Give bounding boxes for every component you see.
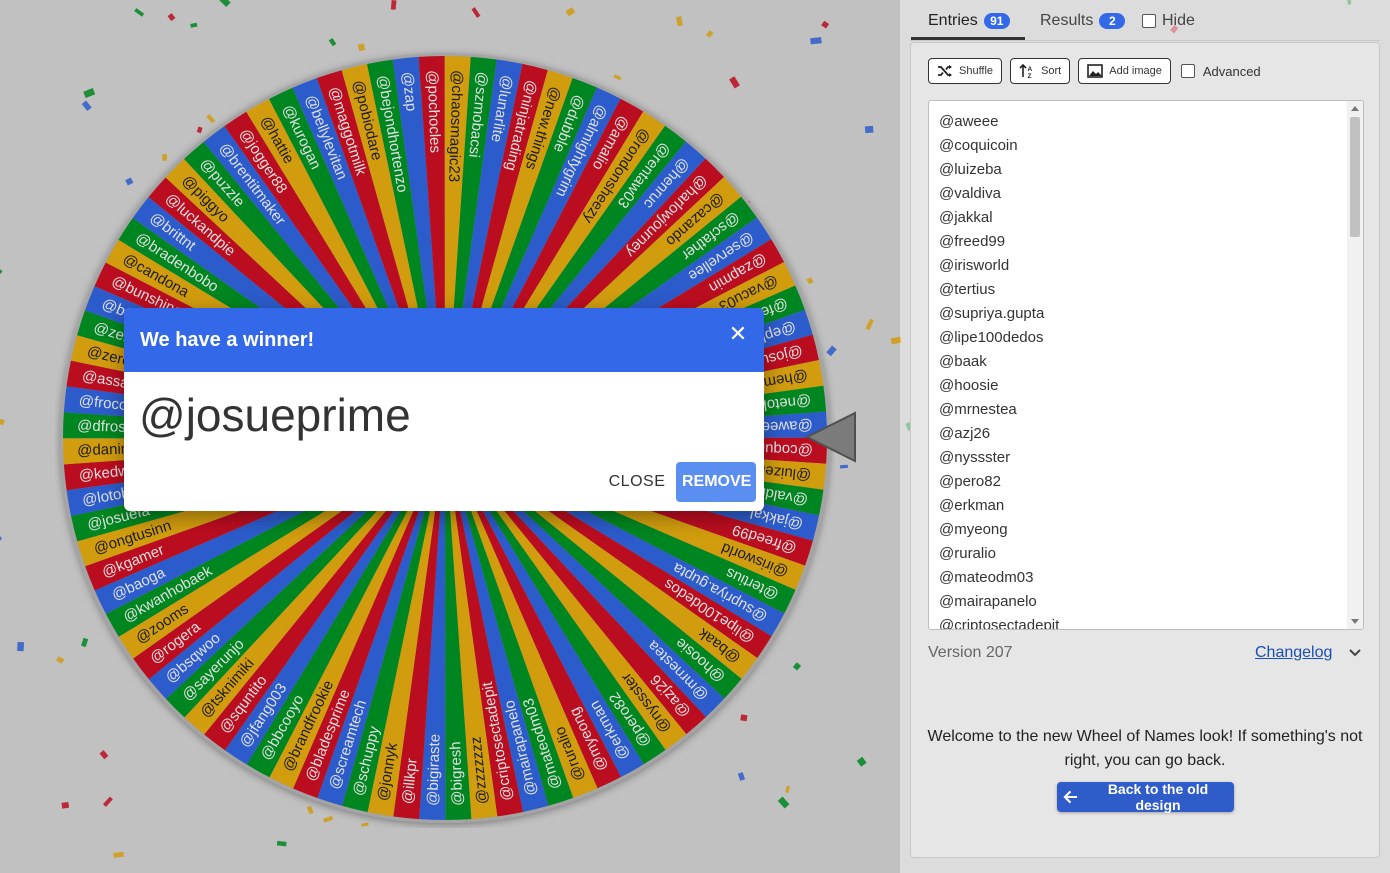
entry-item: @tertius <box>939 281 996 298</box>
entries-toolbar: Shuffle A Z Sort Add image Advanced <box>928 57 1261 85</box>
entries-scrollbar[interactable] <box>1347 101 1363 629</box>
advanced-label: Advanced <box>1202 63 1261 79</box>
entry-item: @freed99 <box>939 233 1006 250</box>
entry-item: @luizeba <box>939 161 1002 178</box>
entry-item: @hoosie <box>939 377 999 394</box>
svg-text:Z: Z <box>1028 73 1032 79</box>
confetti-piece <box>865 318 874 331</box>
confetti-piece <box>565 7 576 17</box>
confetti-piece <box>190 22 198 28</box>
confetti-piece <box>113 851 124 858</box>
entries-list: @aweee @coquicoin @luizeba @valdiva @jakkal @… <box>939 111 1060 630</box>
sort-label: Sort <box>1041 65 1062 77</box>
confetti-piece <box>890 336 902 345</box>
entry-item: @valdiva <box>939 185 1001 202</box>
add-image-label: Add image <box>1109 65 1162 77</box>
entry-item: @mrnestea <box>939 401 1017 418</box>
entry-item: @jakkal <box>939 209 993 226</box>
scroll-thumb[interactable] <box>1350 117 1360 237</box>
confetti-piece <box>218 0 231 8</box>
changelog-link[interactable]: Changelog <box>1255 644 1332 662</box>
hide-toggle[interactable]: Hide <box>1142 12 1195 30</box>
confetti-piece <box>839 464 848 469</box>
confetti-piece <box>471 7 481 18</box>
confetti-piece <box>134 8 145 17</box>
entry-item: @azj26 <box>939 425 991 442</box>
entry-item: @irisworld <box>939 257 1010 274</box>
shuffle-label: Shuffle <box>959 65 994 77</box>
confetti-piece <box>675 16 683 27</box>
shuffle-button[interactable]: Shuffle <box>928 58 1003 84</box>
winner-dialog-header: We have a winner! ✕ <box>124 308 764 372</box>
entry-item: @ruralio <box>939 545 996 562</box>
confetti-piece <box>821 20 830 29</box>
entry-item: @myeong <box>939 521 1008 538</box>
wheel-slice-label: @bigiraste <box>424 734 443 806</box>
remove-button[interactable]: REMOVE <box>676 462 756 502</box>
scroll-up-icon[interactable] <box>1351 106 1359 111</box>
tab-results[interactable]: Results 2 <box>1040 12 1126 30</box>
hide-label: Hide <box>1162 12 1195 29</box>
active-tab-indicator <box>911 37 1025 40</box>
winner-dialog: We have a winner! ✕ @josueprime CLOSE RE… <box>124 308 764 511</box>
chevron-down-icon[interactable] <box>1347 645 1363 661</box>
add-image-button[interactable]: Add image <box>1078 58 1171 84</box>
svg-text:A: A <box>1028 66 1033 73</box>
confetti-piece <box>0 264 3 275</box>
entry-item: @mateodm03 <box>939 569 1034 586</box>
entry-item: @lipe100dedos <box>939 329 1044 346</box>
shuffle-icon <box>938 65 952 77</box>
sort-button[interactable]: A Z Sort <box>1010 58 1071 84</box>
welcome-message: Welcome to the new Wheel of Names look! … <box>927 728 1363 769</box>
results-count-badge: 2 <box>1099 13 1126 29</box>
winner-name: @josueprime <box>139 389 411 441</box>
panel-tabs: Entries 91 Results 2 Hide <box>910 0 1380 41</box>
back-to-old-design-button[interactable]: Back to the old design <box>1057 781 1234 813</box>
side-panel: Entries 91 Results 2 Hide Shuffle A Z So… <box>910 0 1380 858</box>
hide-checkbox[interactable] <box>1142 14 1156 28</box>
image-icon <box>1087 64 1104 78</box>
entries-textarea[interactable]: @aweee @coquicoin @luizeba @valdiva @jakkal @… <box>928 100 1364 630</box>
confetti-piece <box>0 536 2 541</box>
entry-item: @coquicoin <box>939 137 1018 154</box>
entry-item: @mairapanelo <box>939 593 1037 610</box>
entry-item: @supriya.gupta <box>939 305 1045 322</box>
confetti-piece <box>810 37 822 45</box>
entries-count-badge: 91 <box>983 13 1010 29</box>
back-to-old-design-label: Back to the old design <box>1107 781 1209 813</box>
entry-item: @erkman <box>939 497 1005 514</box>
entries-card: Shuffle A Z Sort Add image Advanced @awe… <box>910 42 1380 858</box>
entry-item: @aweee <box>939 113 999 130</box>
confetti-piece <box>328 37 337 47</box>
entry-item: @pero82 <box>939 473 1001 490</box>
tab-entries-label: Entries <box>928 12 978 29</box>
confetti-piece <box>0 418 5 426</box>
confetti-piece <box>705 30 714 38</box>
entry-item: @nyssster <box>939 449 1011 466</box>
wheel-slice-label: @bigresh <box>447 741 466 806</box>
arrow-left-icon <box>1063 790 1078 804</box>
confetti-piece <box>276 840 287 847</box>
scroll-down-icon[interactable] <box>1351 619 1359 624</box>
wheel-pointer-icon <box>805 411 856 463</box>
entry-item: @criptosectadepit <box>939 617 1060 630</box>
confetti-piece <box>167 13 176 22</box>
tab-results-label: Results <box>1040 12 1094 29</box>
sort-icon: A Z <box>1019 63 1033 79</box>
wheel-slice-label: @pochocles <box>424 70 444 153</box>
advanced-toggle[interactable]: Advanced <box>1180 63 1261 79</box>
confetti-piece <box>390 0 397 10</box>
entry-item: @baak <box>939 353 987 370</box>
confetti-piece <box>864 125 874 134</box>
tab-entries[interactable]: Entries 91 <box>928 12 1010 30</box>
confetti-piece <box>17 641 25 652</box>
close-icon[interactable]: ✕ <box>726 322 750 346</box>
close-button[interactable]: CLOSE <box>602 462 672 502</box>
winner-dialog-title: We have a winner! <box>140 329 315 351</box>
version-label: Version 207 <box>928 644 1013 661</box>
advanced-checkbox[interactable] <box>1180 64 1195 78</box>
confetti-piece <box>856 756 867 767</box>
